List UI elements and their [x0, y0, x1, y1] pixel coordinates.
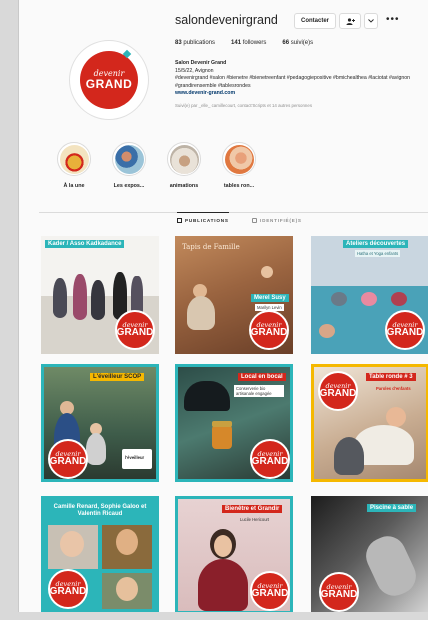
post-title: Camille Renard, Sophie Galoo et Valentin… [53, 504, 147, 517]
jar-image [212, 425, 232, 449]
highlight-tables-rondes[interactable]: tables ron... [214, 142, 264, 189]
highlight-cover [114, 144, 144, 174]
contact-button[interactable]: Contacter [294, 13, 336, 29]
post-title: Tapis de Famille [182, 243, 240, 251]
bio-website-link[interactable]: www.devenir-grand.com [175, 90, 425, 98]
bio-dates: 15/5/22, Avignon [175, 67, 214, 74]
post-title: L'éveilleur SCOP [90, 373, 145, 381]
highlight-cover [169, 144, 199, 174]
post-tile[interactable]: Bienêtre et Grandir Lucile Hericourt dev… [175, 496, 293, 612]
highlight-cover [224, 144, 254, 174]
post-subtitle: Lucile Hericourt [240, 517, 270, 522]
profile-page: devenir GRAND salondevenirgrand Contacte… [18, 0, 428, 612]
post-title: Kader / Asso Kadkadance [45, 240, 125, 248]
tab-tagged[interactable]: IDENTIFIÉ(E)S [252, 218, 302, 223]
post-title: Ateliers découvertes [343, 240, 409, 248]
more-options-button[interactable]: ••• [386, 14, 400, 25]
devenir-grand-badge: devenir GRAND [250, 571, 290, 611]
post-title: Local en bocal [238, 373, 286, 381]
post-subtitle: Hatha et Yoga enfants [355, 250, 401, 257]
post-tile[interactable]: Local en bocal Conserverie bio artisanal… [175, 364, 293, 482]
post-tile[interactable]: Ateliers découvertes Hatha et Yoga enfan… [311, 236, 428, 354]
bio-hashtags[interactable]: #devenirgrand #salon #bienetre #bienetre… [175, 75, 425, 90]
post-caption: Merel Susy [251, 294, 289, 302]
devenir-grand-badge: devenir GRAND [385, 310, 425, 350]
followers-stat[interactable]: 141 followers [231, 40, 266, 46]
eveilleur-logo: l'éveilleur [122, 449, 152, 469]
devenir-grand-badge: devenir GRAND [250, 439, 290, 479]
chevron-down-icon [368, 19, 374, 23]
post-tile[interactable]: Camille Renard, Sophie Galoo et Valentin… [41, 496, 159, 612]
add-person-icon [346, 17, 355, 25]
post-tile[interactable]: Table ronde # 3 Paroles d'enfants deveni… [311, 364, 428, 482]
highlight-animations[interactable]: animations [159, 142, 209, 189]
highlight-cover [59, 144, 89, 174]
profile-stats: 83 publications 141 followers 66 suivi(e… [175, 40, 313, 46]
grid-icon [177, 218, 182, 223]
post-tile[interactable]: Tapis de Famille Merel Susy Marilyn Levi… [175, 236, 293, 354]
post-tile[interactable]: Kader / Asso Kadkadance devenir GRAND [41, 236, 159, 354]
post-subtitle: Conserverie bio artisanale engagée [234, 385, 284, 397]
follow-button[interactable] [339, 13, 361, 29]
profile-avatar[interactable]: devenir GRAND [69, 40, 149, 120]
devenir-grand-badge: devenir GRAND [48, 569, 88, 609]
post-subtitle: Paroles d'enfants [376, 386, 411, 391]
profile-bio: Salon Devenir Grand 15/5/22, Avignon #de… [175, 60, 425, 110]
post-tile[interactable]: L'éveilleur SCOP l'éveilleur devenir GRAN… [41, 364, 159, 482]
post-title: Piscine à sable [367, 504, 417, 512]
posts-stat[interactable]: 83 publications [175, 40, 215, 46]
more-icon: ••• [386, 14, 400, 25]
highlight-a-la-une[interactable]: À la une [49, 142, 99, 189]
devenir-grand-badge: devenir GRAND [115, 310, 155, 350]
suggestions-dropdown-button[interactable] [364, 13, 378, 29]
post-title: Table ronde # 3 [366, 373, 416, 381]
tab-publications[interactable]: PUBLICATIONS [177, 212, 229, 223]
avatar-logo: devenir GRAND [80, 51, 138, 109]
post-title: Bienêtre et Grandir [222, 505, 283, 513]
devenir-grand-badge: devenir GRAND [319, 572, 359, 612]
tag-person-icon [252, 218, 257, 223]
devenir-grand-badge: devenir GRAND [318, 371, 358, 411]
devenir-grand-badge: devenir GRAND [48, 439, 88, 479]
tabs-divider [39, 212, 428, 213]
highlight-expos[interactable]: Les expos... [104, 142, 154, 189]
profile-username: salondevenirgrand [175, 13, 278, 27]
profile-display-name: Salon Devenir Grand [175, 60, 227, 66]
followed-by-text[interactable]: Suivi(e) par _elle_ camillecourt, contac… [175, 102, 425, 110]
following-stat[interactable]: 66 suivi(e)s [282, 40, 313, 46]
post-tile[interactable]: Piscine à sable devenir GRAND [311, 496, 428, 612]
devenir-grand-badge: devenir GRAND [249, 310, 289, 350]
